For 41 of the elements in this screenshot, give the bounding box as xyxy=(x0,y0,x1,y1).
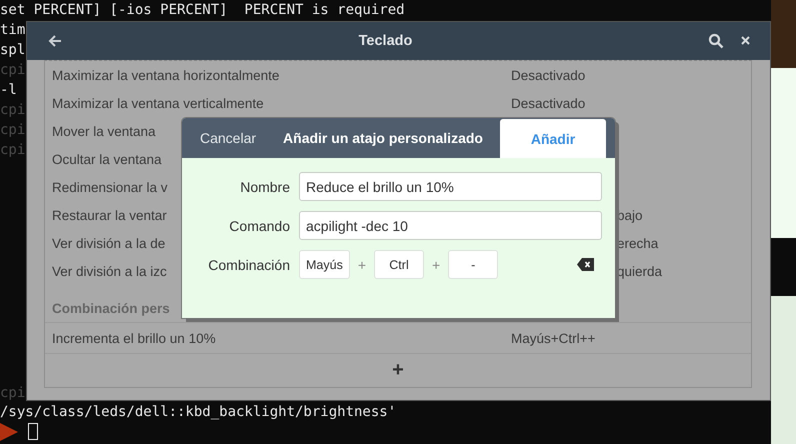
shortcut-name: Ocultar la ventana xyxy=(52,152,162,166)
terminal-line: /sys/class/leds/dell::kbd_backlight/brightness' xyxy=(0,403,396,422)
plus-sign: + xyxy=(358,256,366,272)
backspace-icon[interactable] xyxy=(577,258,594,271)
shortcut-name: Maximizar la ventana verticalmente xyxy=(52,96,264,110)
shortcut-name: Redimensionar la v xyxy=(52,180,168,194)
back-arrow-icon[interactable] xyxy=(47,33,63,49)
key-button[interactable]: Mayús xyxy=(299,250,350,279)
key-button[interactable]: Ctrl xyxy=(374,250,424,279)
shortcut-name: Restaurar la ventar xyxy=(52,208,167,222)
shortcut-value: Mayús+Ctrl++ xyxy=(511,330,596,346)
field-label: Combinación xyxy=(207,256,290,272)
plus-sign: + xyxy=(432,256,440,272)
terminal-line: set PERCENT] [-ios PERCENT] PERCENT is required xyxy=(0,1,405,20)
cancel-button[interactable]: Cancelar xyxy=(190,118,266,158)
terminal-line: tim xyxy=(0,21,26,40)
shortcut-name: Maximizar la ventana horizontalmente xyxy=(52,68,280,82)
terminal-line: cpi xyxy=(0,61,26,80)
shortcut-name: Ver división a la de xyxy=(52,236,166,250)
shortcut-value: Desactivado xyxy=(511,68,586,82)
terminal-line: cpi xyxy=(0,384,26,403)
search-icon[interactable] xyxy=(708,33,724,49)
shortcut-name: Mover la ventana xyxy=(52,124,156,138)
text-field[interactable]: Reduce el brillo un 10% xyxy=(299,172,602,201)
window-title: Teclado xyxy=(358,33,414,49)
terminal-line: -l xyxy=(0,81,17,100)
terminal-line: spl xyxy=(0,41,26,60)
dialog-title: Añadir un atajo personalizado xyxy=(282,129,484,148)
terminal-line: cpi xyxy=(0,121,26,140)
terminal-line: cpi xyxy=(0,141,26,160)
terminal-line: cpi xyxy=(0,101,26,120)
text-field[interactable]: acpilight -dec 10 xyxy=(299,211,602,240)
shortcut-name: Incrementa el brillo un 10% xyxy=(52,330,216,346)
field-label: Comando xyxy=(228,218,290,234)
field-label: Nombre xyxy=(239,178,290,194)
text-cursor xyxy=(28,423,38,440)
add-shortcut-button[interactable]: + xyxy=(45,354,751,387)
key-button[interactable]: - xyxy=(448,250,498,279)
shortcut-name: Ver división a la izc xyxy=(52,264,167,278)
shortcut-value: Desactivado xyxy=(511,96,586,110)
prompt-arrow-icon xyxy=(0,422,18,440)
